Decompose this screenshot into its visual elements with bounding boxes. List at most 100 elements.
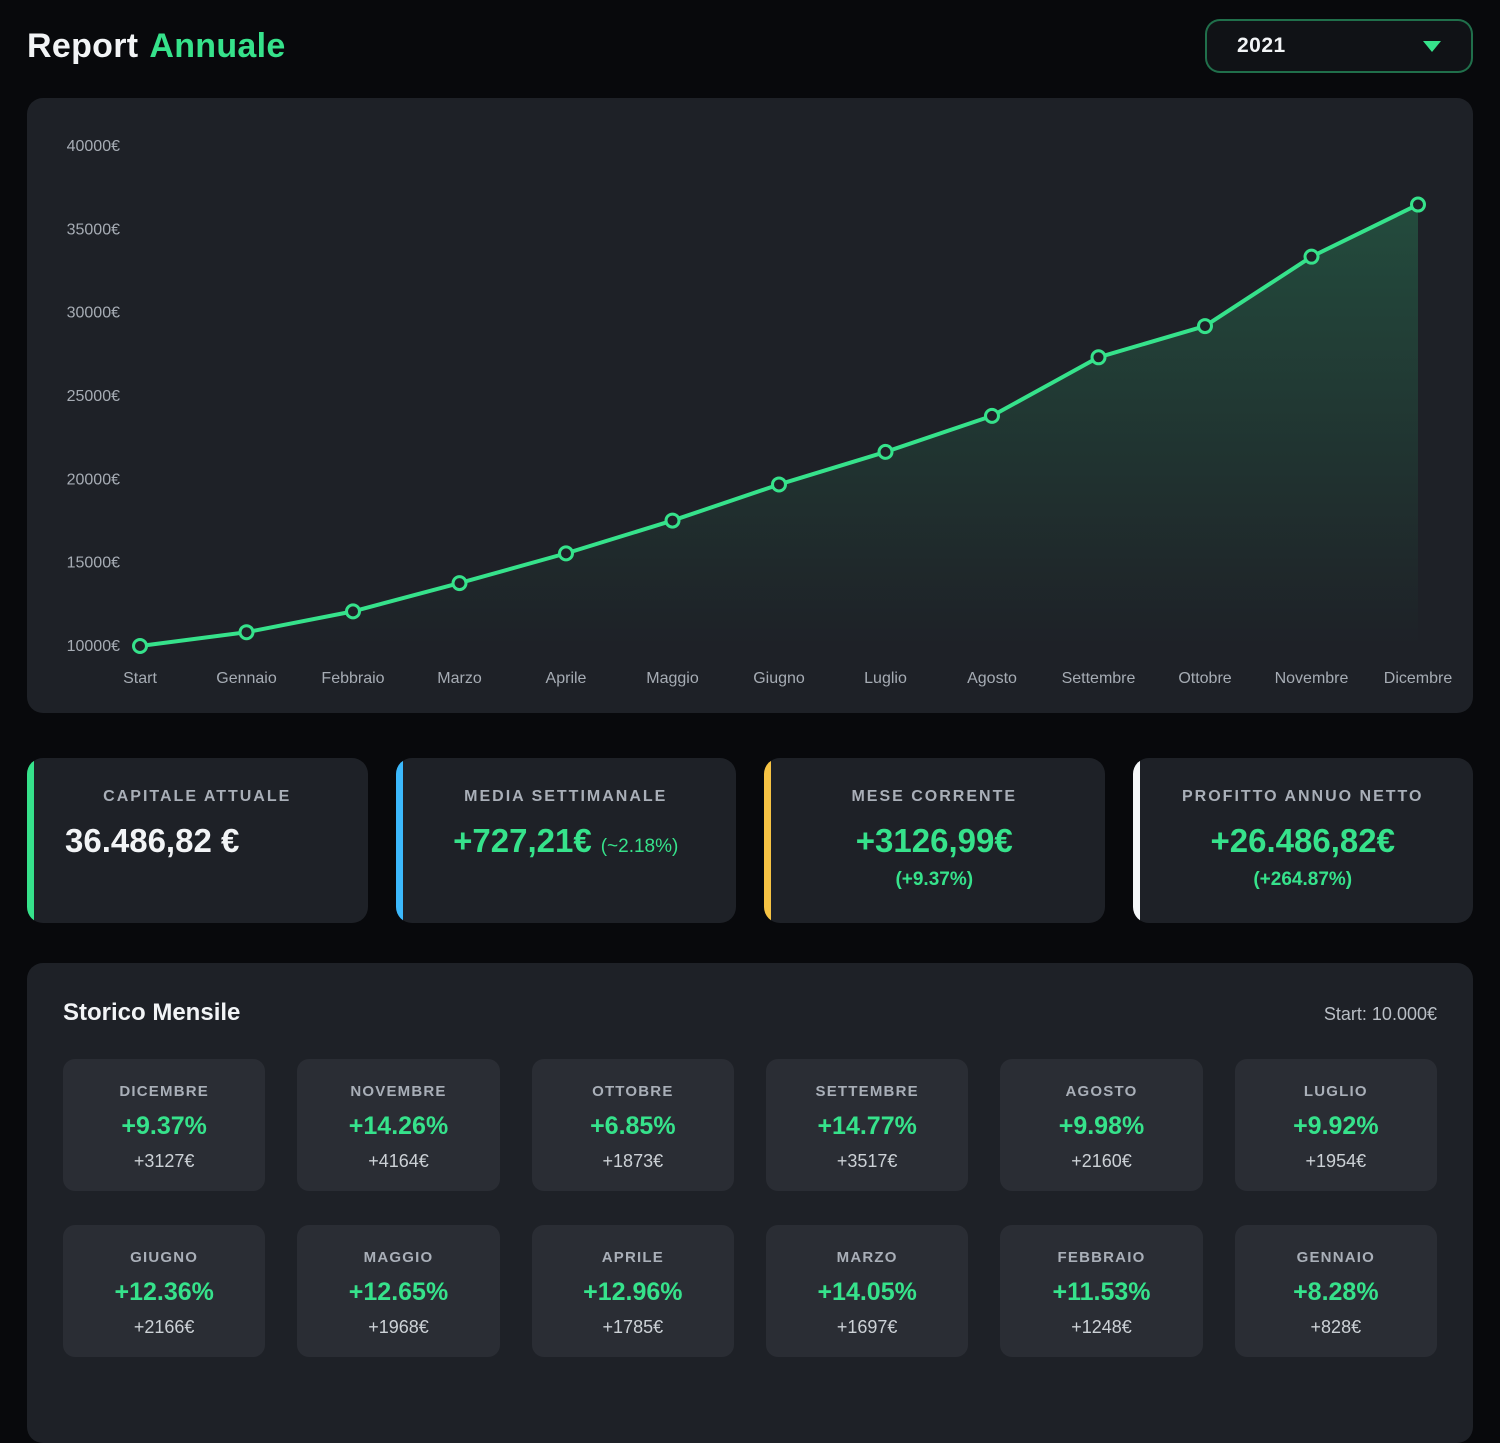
month-tile: DICEMBRE +9.37% +3127€ [63, 1059, 265, 1191]
year-value: 2021 [1237, 34, 1286, 58]
stat-value: 36.486,82 € [45, 822, 350, 860]
svg-text:25000€: 25000€ [67, 388, 120, 405]
month-tile: SETTEMBRE +14.77% +3517€ [766, 1059, 968, 1191]
month-name: FEBBRAIO [1008, 1249, 1194, 1266]
month-name: MARZO [774, 1249, 960, 1266]
month-amount: +1873€ [540, 1151, 726, 1172]
svg-text:Marzo: Marzo [437, 670, 482, 687]
month-percent: +12.36% [71, 1278, 257, 1307]
month-name: OTTOBRE [540, 1083, 726, 1100]
month-amount: +1697€ [774, 1317, 960, 1338]
svg-text:Ottobre: Ottobre [1178, 670, 1231, 687]
stat-label: MESE CORRENTE [782, 788, 1087, 806]
svg-text:40000€: 40000€ [67, 138, 120, 155]
svg-text:20000€: 20000€ [67, 471, 120, 488]
month-percent: +11.53% [1008, 1278, 1194, 1307]
month-name: GENNAIO [1243, 1249, 1429, 1266]
history-header: Storico Mensile Start: 10.000€ [63, 999, 1437, 1027]
month-name: GIUGNO [71, 1249, 257, 1266]
month-tile: MAGGIO +12.65% +1968€ [297, 1225, 499, 1357]
accent-bar [764, 758, 771, 923]
month-amount: +3517€ [774, 1151, 960, 1172]
title-accent: Annuale [149, 27, 285, 66]
month-percent: +12.65% [305, 1278, 491, 1307]
month-name: MAGGIO [305, 1249, 491, 1266]
stat-value: +727,21€ (~2.18%) [414, 822, 719, 860]
month-tile: NOVEMBRE +14.26% +4164€ [297, 1059, 499, 1191]
month-percent: +9.37% [71, 1112, 257, 1141]
svg-text:Gennaio: Gennaio [216, 670, 277, 687]
stat-card-capitale-attuale: CAPITALE ATTUALE 36.486,82 € [27, 758, 368, 923]
stat-value: +26.486,82€ [1151, 822, 1456, 860]
month-tile: GENNAIO +8.28% +828€ [1235, 1225, 1437, 1357]
page-title: Report Annuale [27, 27, 286, 66]
month-percent: +6.85% [540, 1112, 726, 1141]
month-name: APRILE [540, 1249, 726, 1266]
monthly-grid: DICEMBRE +9.37% +3127€ NOVEMBRE +14.26% … [63, 1059, 1437, 1357]
svg-text:Agosto: Agosto [967, 670, 1017, 687]
svg-text:Aprile: Aprile [546, 670, 587, 687]
accent-bar [1133, 758, 1140, 923]
month-amount: +1954€ [1243, 1151, 1429, 1172]
stat-label: PROFITTO ANNUO NETTO [1151, 788, 1456, 806]
stat-label: CAPITALE ATTUALE [45, 788, 350, 806]
stat-card-profitto-annuo: PROFITTO ANNUO NETTO +26.486,82€ (+264.8… [1133, 758, 1474, 923]
stat-sub: (+9.37%) [782, 869, 1087, 891]
stat-card-mese-corrente: MESE CORRENTE +3126,99€ (+9.37%) [764, 758, 1105, 923]
svg-text:Dicembre: Dicembre [1384, 670, 1453, 687]
month-name: NOVEMBRE [305, 1083, 491, 1100]
svg-text:Novembre: Novembre [1275, 670, 1349, 687]
svg-text:Start: Start [123, 670, 157, 687]
svg-text:Luglio: Luglio [864, 670, 907, 687]
svg-text:10000€: 10000€ [67, 638, 120, 655]
month-percent: +12.96% [540, 1278, 726, 1307]
month-amount: +4164€ [305, 1151, 491, 1172]
month-percent: +9.98% [1008, 1112, 1194, 1141]
history-title: Storico Mensile [63, 999, 240, 1027]
capital-chart-card: 10000€ 15000€ 20000€ 25000€ 30000€ 35000€ 4000… [27, 98, 1473, 713]
month-tile: FEBBRAIO +11.53% +1248€ [1000, 1225, 1202, 1357]
stat-label: MEDIA SETTIMANALE [414, 788, 719, 806]
stats-row: CAPITALE ATTUALE 36.486,82 € MEDIA SETTI… [27, 758, 1473, 923]
svg-text:15000€: 15000€ [67, 555, 120, 572]
month-amount: +1785€ [540, 1317, 726, 1338]
accent-bar [27, 758, 34, 923]
month-name: LUGLIO [1243, 1083, 1429, 1100]
svg-text:30000€: 30000€ [67, 305, 120, 322]
year-selector[interactable]: 2021 [1205, 19, 1473, 73]
stat-value-main: +727,21€ [453, 822, 592, 859]
month-percent: +8.28% [1243, 1278, 1429, 1307]
month-name: SETTEMBRE [774, 1083, 960, 1100]
page-header: Report Annuale 2021 [27, 10, 1473, 82]
month-tile: APRILE +12.96% +1785€ [532, 1225, 734, 1357]
month-amount: +2166€ [71, 1317, 257, 1338]
month-percent: +9.92% [1243, 1112, 1429, 1141]
svg-text:Giugno: Giugno [753, 670, 805, 687]
stat-value: +3126,99€ [782, 822, 1087, 860]
month-tile: GIUGNO +12.36% +2166€ [63, 1225, 265, 1357]
stat-sub: (+264.87%) [1151, 869, 1456, 891]
month-tile: AGOSTO +9.98% +2160€ [1000, 1059, 1202, 1191]
svg-text:Settembre: Settembre [1062, 670, 1136, 687]
svg-text:Maggio: Maggio [646, 670, 699, 687]
svg-text:Febbraio: Febbraio [321, 670, 384, 687]
month-name: AGOSTO [1008, 1083, 1194, 1100]
month-percent: +14.05% [774, 1278, 960, 1307]
month-amount: +828€ [1243, 1317, 1429, 1338]
month-tile: OTTOBRE +6.85% +1873€ [532, 1059, 734, 1191]
month-tile: MARZO +14.05% +1697€ [766, 1225, 968, 1357]
title-main: Report [27, 27, 138, 66]
stat-sub: (~2.18%) [601, 836, 679, 857]
month-amount: +1968€ [305, 1317, 491, 1338]
history-card: Storico Mensile Start: 10.000€ DICEMBRE … [27, 963, 1473, 1443]
month-percent: +14.77% [774, 1112, 960, 1141]
month-percent: +14.26% [305, 1112, 491, 1141]
month-name: DICEMBRE [71, 1083, 257, 1100]
chevron-down-icon [1423, 41, 1441, 52]
svg-text:35000€: 35000€ [67, 221, 120, 238]
month-amount: +3127€ [71, 1151, 257, 1172]
month-amount: +1248€ [1008, 1317, 1194, 1338]
month-amount: +2160€ [1008, 1151, 1194, 1172]
accent-bar [396, 758, 403, 923]
history-start-label: Start: 10.000€ [1324, 1004, 1437, 1025]
